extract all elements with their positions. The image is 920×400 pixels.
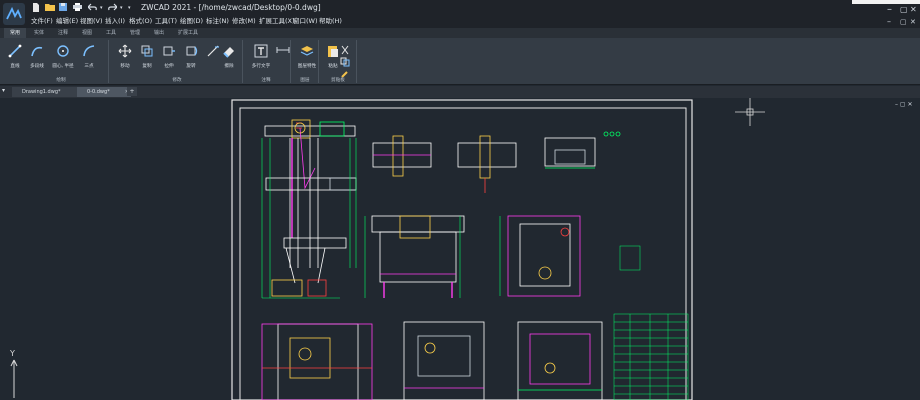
tab-home[interactable]: 常用	[4, 28, 26, 38]
ribbon-tabs: 常用 实体 注释 视图 工具 管理 输出 扩展工具	[0, 28, 920, 38]
drawing-canvas[interactable]: – ▢ ✕ Y	[0, 98, 920, 400]
doc-tab-label: Drawing1.dwg*	[22, 89, 61, 95]
new-file-icon[interactable]	[32, 3, 40, 13]
tab-solid[interactable]: 实体	[28, 28, 50, 38]
menu-draw[interactable]: 绘图(D)	[180, 15, 203, 27]
maximize-button[interactable]: ▢	[900, 4, 908, 16]
menu-dimension[interactable]: 标注(N)	[206, 15, 229, 27]
quick-access-customize-icon[interactable]: ▾	[128, 3, 131, 13]
doc-tab-0-0[interactable]: 0-0.dwg* ✕	[77, 87, 131, 97]
tab-output[interactable]: 输出	[148, 28, 170, 38]
arc-icon	[83, 45, 95, 57]
group-separator	[242, 40, 243, 83]
menu-insert[interactable]: 插入(I)	[105, 15, 125, 27]
tab-tools[interactable]: 工具	[100, 28, 122, 38]
group-separator	[356, 40, 357, 83]
redo-icon[interactable]	[108, 3, 118, 13]
top-edge-strip	[852, 0, 920, 4]
tab-view[interactable]: 视图	[76, 28, 98, 38]
group-label-clipboard: 剪贴板	[331, 78, 345, 83]
stretch-icon	[163, 46, 175, 56]
erase-tool-label: 擦除	[224, 64, 234, 69]
title-bar: ▾ ▾ ▾ ZWCAD 2021 - [/home/zwcad/Desktop/…	[0, 0, 920, 28]
group-label-modify: 修改	[172, 78, 182, 83]
arc-tool-button[interactable]: 三点	[76, 42, 102, 76]
undo-dropdown-icon[interactable]: ▾	[100, 3, 103, 13]
paste-icon	[328, 46, 338, 57]
group-label-annotate: 注释	[261, 78, 271, 83]
mtext-icon	[254, 44, 268, 58]
cad-drawing[interactable]: – ▢ ✕ Y	[0, 98, 920, 400]
dimension-tool-button[interactable]	[270, 42, 296, 76]
erase-icon	[223, 47, 234, 58]
zwcad-logo-icon[interactable]	[3, 3, 25, 25]
line-icon	[8, 44, 22, 58]
new-tab-icon[interactable]: +	[127, 87, 137, 96]
close-button[interactable]: ✕	[910, 4, 917, 16]
minimize-button[interactable]: –	[887, 4, 892, 16]
tab-extensions[interactable]: 扩展工具	[172, 28, 204, 38]
doc-close-button[interactable]: ✕	[910, 16, 916, 28]
erase-tool-button[interactable]: 擦除	[216, 42, 242, 76]
group-label-layers: 图层	[300, 78, 310, 83]
menu-view[interactable]: 视图(V)	[80, 15, 103, 27]
doc-minimize-button[interactable]: –	[887, 16, 891, 28]
match-properties-button[interactable]	[340, 64, 352, 78]
menu-window[interactable]: 窗口(W)	[293, 15, 318, 27]
document-tab-bar: ▾ Drawing1.dwg* ✕ 0-0.dwg* ✕ +	[0, 86, 920, 98]
polyline-icon	[31, 46, 43, 57]
doc-tab-drawing1[interactable]: Drawing1.dwg* ✕	[12, 87, 84, 97]
redo-dropdown-icon[interactable]: ▾	[120, 3, 123, 13]
save-icon[interactable]	[59, 3, 67, 13]
group-separator	[108, 40, 109, 83]
ucs-y-label: Y	[9, 349, 15, 358]
menu-file[interactable]: 文件(F)	[31, 15, 53, 27]
menu-extensions[interactable]: 扩展工具(X)	[259, 15, 295, 27]
undo-icon[interactable]	[87, 3, 97, 13]
layer-properties-button[interactable]: 图层特性	[294, 42, 320, 76]
svg-text:– ▢ ✕: – ▢ ✕	[895, 101, 913, 108]
menu-format[interactable]: 格式(O)	[129, 15, 152, 27]
zwcad-window: ▾ ▾ ▾ ZWCAD 2021 - [/home/zwcad/Desktop/…	[0, 0, 920, 400]
tab-manage[interactable]: 管理	[124, 28, 146, 38]
group-separator	[290, 40, 291, 83]
rotate-icon	[186, 46, 198, 56]
copy-clip-button[interactable]	[340, 52, 352, 67]
open-folder-icon[interactable]	[45, 3, 55, 13]
menu-modify[interactable]: 修改(M)	[232, 15, 256, 27]
layers-icon	[300, 46, 314, 56]
arc-tool-label: 三点	[84, 64, 94, 69]
circle-tool-button[interactable]: 圆心, 半径	[50, 42, 76, 76]
menu-edit[interactable]: 编辑(E)	[56, 15, 78, 27]
doc-tab-label: 0-0.dwg*	[87, 89, 110, 95]
window-title: ZWCAD 2021 - [/home/zwcad/Desktop/0-0.dw…	[141, 3, 321, 12]
move-icon	[118, 44, 132, 58]
tab-annotate[interactable]: 注释	[52, 28, 74, 38]
doc-restore-button[interactable]: ▢	[900, 16, 907, 28]
group-label-draw: 绘制	[56, 78, 66, 83]
polyline-tool-button[interactable]: 多段线	[24, 42, 50, 76]
menu-tools[interactable]: 工具(T)	[155, 15, 177, 27]
group-separator	[318, 40, 319, 83]
copy-icon	[141, 45, 153, 57]
menu-help[interactable]: 帮助(H)	[319, 15, 342, 27]
tab-menu-icon[interactable]: ▾	[2, 87, 5, 94]
print-icon[interactable]	[73, 3, 82, 13]
cut-button[interactable]	[340, 40, 352, 55]
dimension-icon	[276, 47, 290, 53]
circle-icon	[57, 45, 69, 57]
